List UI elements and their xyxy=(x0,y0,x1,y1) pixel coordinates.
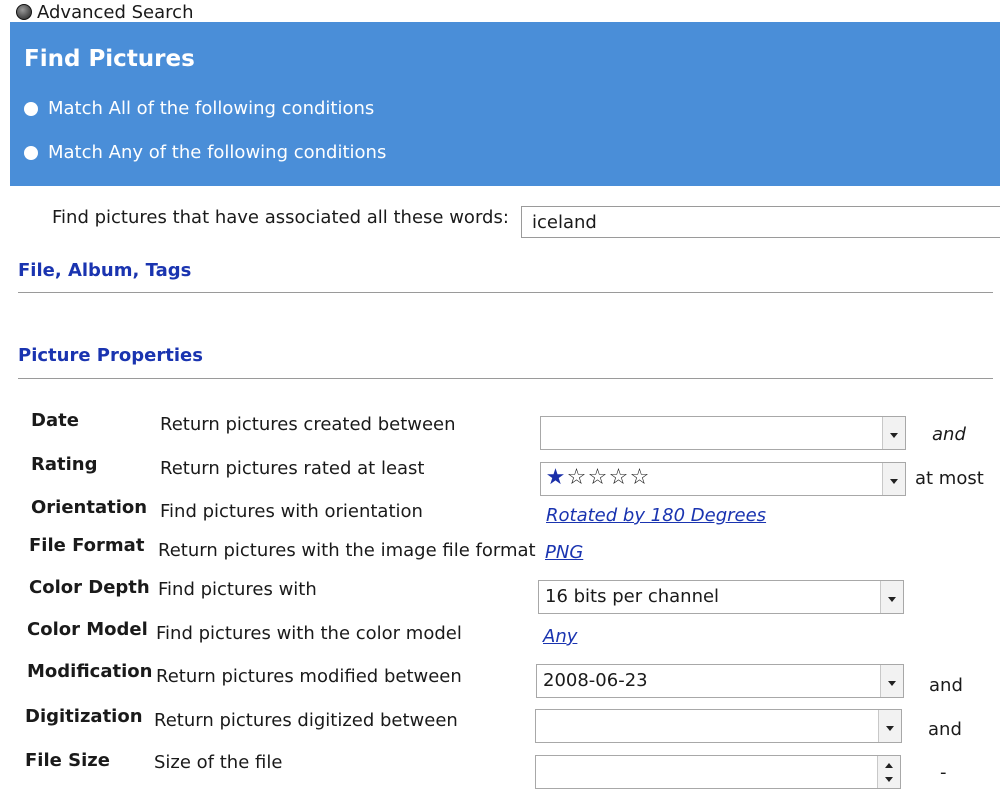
color-depth-desc: Find pictures with xyxy=(158,579,317,600)
file-size-label: File Size xyxy=(25,750,110,771)
digitization-from-select[interactable] xyxy=(535,709,902,743)
digitization-and-label: and xyxy=(928,719,962,740)
section-file-album-tags[interactable]: File, Album, Tags xyxy=(18,260,191,281)
orientation-desc: Find pictures with orientation xyxy=(160,501,423,522)
file-size-min-spinbox[interactable] xyxy=(535,755,901,789)
orientation-link[interactable]: Rotated by 180 Degrees xyxy=(546,505,766,526)
file-size-desc: Size of the file xyxy=(154,752,283,773)
rating-min-select[interactable]: ★ ☆ ☆ ☆ ☆ xyxy=(540,462,906,496)
match-any-label: Match Any of the following conditions xyxy=(48,142,387,163)
file-size-dash: - xyxy=(940,762,947,783)
radio-circle-icon[interactable] xyxy=(24,145,38,160)
color-depth-value: 16 bits per channel xyxy=(545,586,720,607)
color-depth-select[interactable]: 16 bits per channel xyxy=(538,580,904,614)
file-format-desc: Return pictures with the image file form… xyxy=(158,540,536,561)
chevron-down-icon[interactable] xyxy=(880,665,903,697)
star-empty-icon[interactable]: ☆ xyxy=(587,466,608,490)
chevron-down-icon[interactable] xyxy=(882,463,905,495)
file-format-label: File Format xyxy=(29,535,145,556)
color-model-link[interactable]: Any xyxy=(543,626,577,647)
chevron-down-icon[interactable] xyxy=(882,417,905,449)
star-empty-icon[interactable]: ☆ xyxy=(608,466,629,490)
date-from-select[interactable] xyxy=(540,416,906,450)
modification-from-value: 2008-06-23 xyxy=(543,670,648,691)
color-model-desc: Find pictures with the color model xyxy=(156,623,462,644)
modification-and-label: and xyxy=(929,675,963,696)
title-bar: Advanced Search xyxy=(0,0,1000,24)
page-title: Find Pictures xyxy=(24,46,195,72)
radio-circle-icon[interactable] xyxy=(24,101,38,116)
find-pictures-header: Find Pictures Match All of the following… xyxy=(10,22,1000,186)
modification-from-select[interactable]: 2008-06-23 xyxy=(536,664,904,698)
spin-arrows-icon[interactable] xyxy=(877,756,900,788)
file-format-link[interactable]: PNG xyxy=(545,542,583,563)
match-any-radio[interactable]: Match Any of the following conditions xyxy=(24,142,386,163)
color-depth-label: Color Depth xyxy=(29,577,150,598)
section-picture-properties[interactable]: Picture Properties xyxy=(18,345,203,366)
chevron-down-icon[interactable] xyxy=(878,710,901,742)
rating-stars[interactable]: ★ ☆ ☆ ☆ ☆ xyxy=(545,466,650,490)
color-model-label: Color Model xyxy=(27,619,148,640)
rating-label: Rating xyxy=(31,454,98,475)
digitization-label: Digitization xyxy=(25,706,143,727)
section-divider xyxy=(18,292,993,293)
match-all-radio[interactable]: Match All of the following conditions xyxy=(24,98,374,119)
match-all-label: Match All of the following conditions xyxy=(48,98,375,119)
date-label: Date xyxy=(31,410,79,431)
modification-desc: Return pictures modified between xyxy=(156,666,462,687)
star-empty-icon[interactable]: ☆ xyxy=(629,466,650,490)
words-label: Find pictures that have associated all t… xyxy=(52,207,509,228)
digitization-desc: Return pictures digitized between xyxy=(154,710,458,731)
modification-label: Modification xyxy=(27,661,153,682)
orientation-label: Orientation xyxy=(31,497,148,518)
window-title: Advanced Search xyxy=(37,2,194,23)
date-desc: Return pictures created between xyxy=(160,414,456,435)
date-and-label: and xyxy=(932,424,966,445)
section-divider xyxy=(18,378,993,379)
words-input[interactable] xyxy=(521,206,1000,238)
chevron-down-icon[interactable] xyxy=(880,581,903,613)
rating-desc: Return pictures rated at least xyxy=(160,458,425,479)
window-icon[interactable] xyxy=(16,4,32,20)
star-empty-icon[interactable]: ☆ xyxy=(566,466,587,490)
rating-at-most-label: at most xyxy=(915,468,984,489)
star-filled-icon[interactable]: ★ xyxy=(545,466,566,490)
